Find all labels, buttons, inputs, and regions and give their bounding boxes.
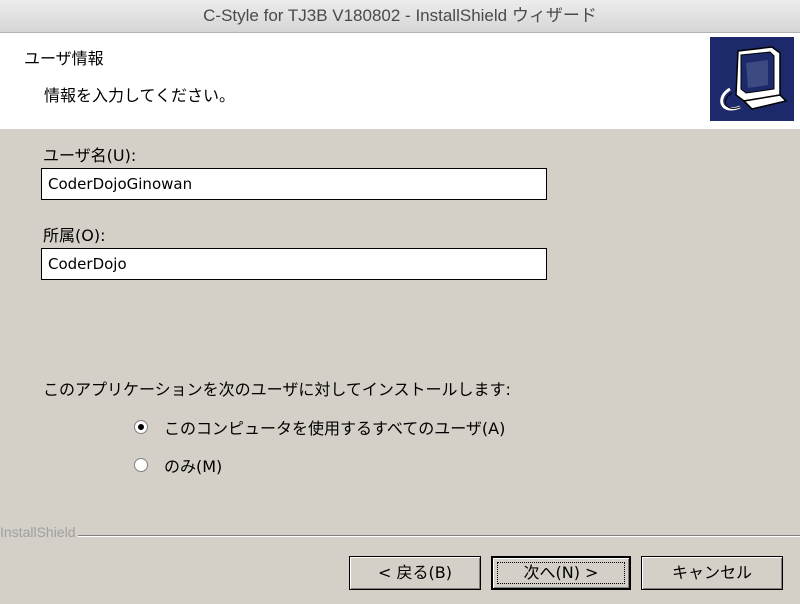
radio-all-users-label: このコンピュータを使用するすべてのユーザ(A) [164, 419, 506, 438]
radio-only-me[interactable]: のみ(M) [134, 453, 222, 477]
header-panel: ユーザ情報 情報を入力してください。 [0, 33, 800, 129]
radio-button-unchecked[interactable] [134, 458, 148, 472]
organization-input[interactable]: CoderDojo [41, 248, 547, 280]
user-name-label: ユーザ名(U): [43, 146, 137, 165]
header-divider [0, 128, 800, 129]
cancel-button[interactable]: キャンセル [641, 556, 783, 590]
organization-label: 所属(O): [43, 226, 106, 245]
page-subtitle: 情報を入力してください。 [44, 86, 236, 105]
back-button[interactable]: < 戻る(B) [349, 556, 481, 590]
window-title: C-Style for TJ3B V180802 - InstallShield… [203, 6, 597, 25]
footer-divider [0, 535, 800, 536]
window-title-bar: C-Style for TJ3B V180802 - InstallShield… [0, 0, 800, 33]
radio-all-users[interactable]: このコンピュータを使用するすべてのユーザ(A) [134, 415, 505, 439]
radio-only-me-label: のみ(M) [164, 457, 223, 476]
user-name-input[interactable]: CoderDojoGinowan [41, 168, 547, 200]
radio-button-checked[interactable] [134, 420, 148, 434]
brand-label: InstallShield [0, 524, 78, 540]
computer-setup-icon [710, 37, 794, 121]
page-title: ユーザ情報 [24, 49, 104, 68]
next-button[interactable]: 次へ(N) > [491, 556, 631, 590]
install-for-label: このアプリケーションを次のユーザに対してインストールします: [43, 380, 511, 399]
